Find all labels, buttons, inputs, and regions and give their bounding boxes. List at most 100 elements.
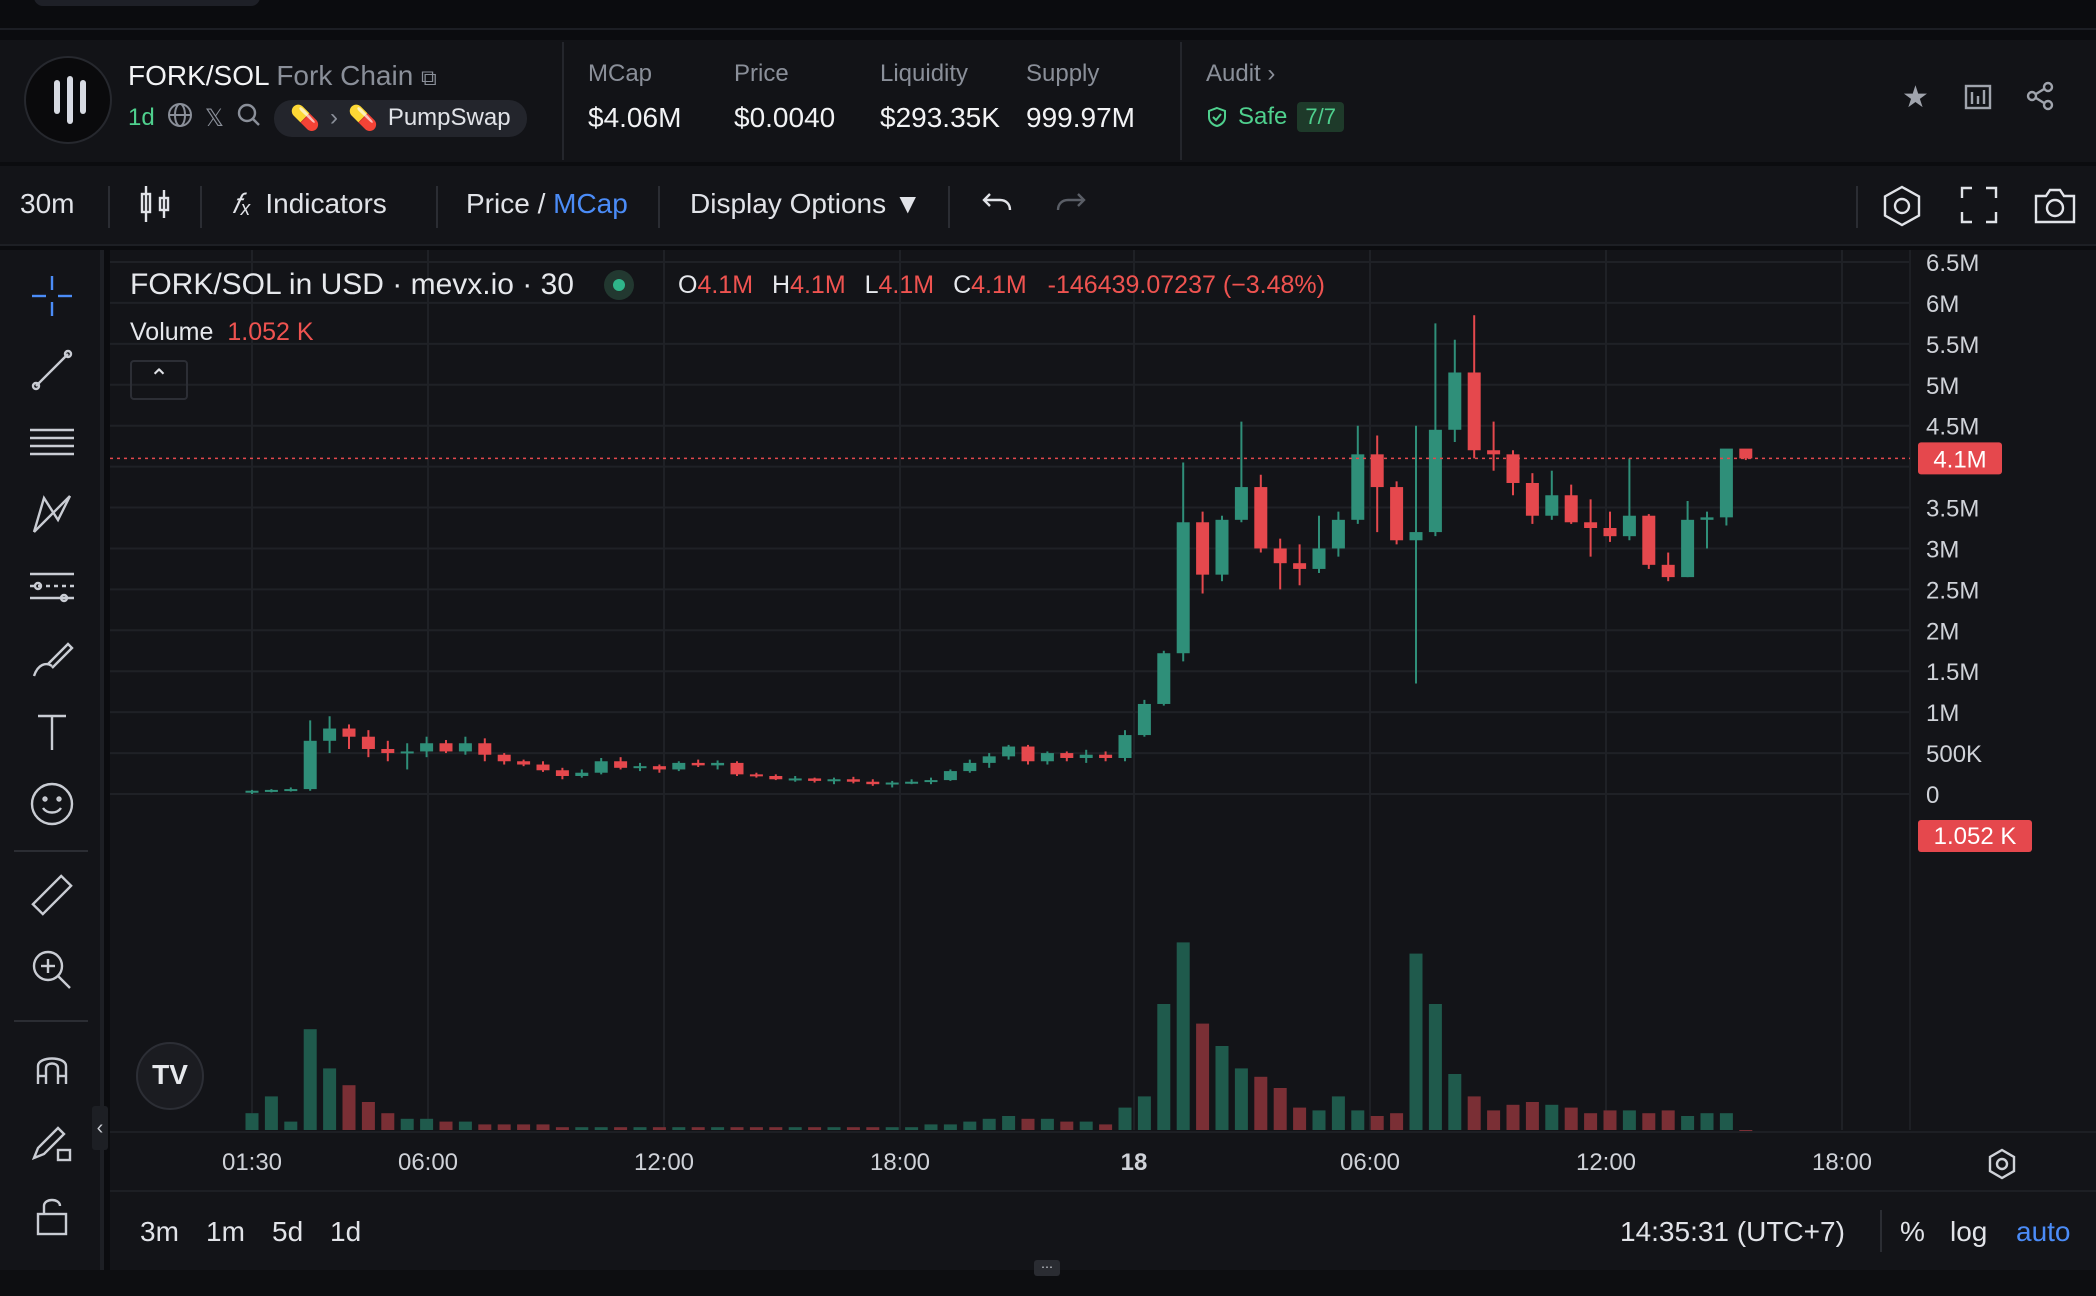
token-logo (24, 56, 112, 144)
candle-body (1331, 519, 1345, 549)
fullscreen-icon[interactable] (1960, 186, 1998, 231)
candle-body (749, 774, 763, 777)
ohlc-values: O4.1M H4.1M L4.1M C4.1M -146439.07237 (−… (678, 270, 1325, 299)
clock-timezone[interactable]: 14:35:31 (UTC+7) (1620, 1216, 1845, 1248)
fib-icon[interactable] (26, 562, 78, 614)
candle-body (400, 751, 414, 754)
globe-icon[interactable] (167, 102, 193, 135)
audit-status: Safe (1238, 103, 1288, 130)
resize-handle-icon[interactable]: ⋯ (1034, 1260, 1060, 1276)
volume-bar (866, 1127, 880, 1130)
candle-body (1390, 487, 1404, 541)
ruler-icon[interactable] (26, 870, 78, 922)
price-option[interactable]: Price (466, 188, 530, 219)
volume-bar (1021, 1118, 1035, 1130)
volume-bar (1545, 1104, 1559, 1130)
undo-icon[interactable] (980, 186, 1014, 227)
volume-legend: Volume 1.052 K (130, 318, 314, 346)
range-1m[interactable]: 1m (206, 1216, 245, 1248)
volume-bar (555, 1127, 569, 1130)
camera-icon[interactable] (2032, 184, 2078, 233)
log-scale-toggle[interactable]: log (1950, 1216, 1987, 1248)
collapse-legend-button[interactable]: ⌃ (130, 360, 188, 400)
volume-bar (1273, 1088, 1287, 1130)
price-mcap-toggle[interactable]: Price / MCap (466, 188, 628, 220)
audit-section[interactable]: Audit › Safe 7/7 (1206, 60, 1344, 132)
time-axis-label: 06:00 (398, 1149, 458, 1176)
candle-body (264, 789, 278, 792)
volume-bar (594, 1127, 608, 1130)
stat-price: Price $0.0040 (734, 60, 836, 133)
magnet-icon[interactable] (26, 1042, 78, 1094)
candle-body (885, 782, 899, 785)
volume-bar (652, 1127, 666, 1130)
candle-body (1118, 735, 1132, 758)
top-tab-pill[interactable] (34, 0, 260, 6)
brush-icon[interactable] (26, 634, 78, 686)
volume-bar (1428, 1004, 1442, 1130)
price-axis-label: 4.5M (1926, 414, 1979, 441)
volume-bar (769, 1127, 783, 1130)
candle-body (1002, 746, 1016, 757)
horizontal-lines-icon[interactable] (26, 416, 78, 468)
price-chart[interactable]: 6.5M 6M 5.5M 5M 4.5M 3.5M 3M 2.5M 2M 1.5M 1M 500K 0 4… (110, 250, 2096, 1196)
interval-button[interactable]: 30m (20, 188, 74, 220)
settings-hex-icon[interactable] (1880, 184, 1924, 235)
volume-bar (381, 1113, 395, 1130)
price-axis-label: 5M (1926, 373, 1959, 400)
candle-body (381, 748, 395, 754)
volume-bar (536, 1124, 550, 1130)
copy-icon[interactable]: ⧉ (421, 65, 437, 91)
divider (200, 186, 202, 228)
volume-bar (1642, 1113, 1656, 1130)
candle-body (1099, 754, 1113, 758)
display-options-dropdown[interactable]: Display Options ▼ (690, 188, 922, 220)
range-5d[interactable]: 5d (272, 1216, 303, 1248)
time-axis-label: 18 (1121, 1149, 1148, 1176)
collapse-toolbar-handle[interactable]: ‹ (92, 1106, 108, 1150)
volume-bar (982, 1118, 996, 1130)
text-icon[interactable] (26, 706, 78, 758)
chart-symbol-title[interactable]: FORK/SOL in USD · mevx.io · 30 (130, 268, 574, 302)
percent-scale-toggle[interactable]: % (1900, 1216, 1925, 1248)
volume-bar (1661, 1110, 1675, 1130)
candle-body (769, 775, 783, 780)
volume-bar (458, 1121, 472, 1130)
volume-bar (1060, 1121, 1074, 1130)
candle-body (245, 790, 259, 793)
trend-line-icon[interactable] (26, 344, 78, 396)
search-icon[interactable] (236, 102, 262, 135)
tradingview-logo[interactable]: TV (136, 1042, 204, 1110)
lock-icon[interactable] (26, 1190, 78, 1242)
candle-type-icon[interactable] (138, 184, 172, 231)
volume-bar (303, 1029, 317, 1130)
indicators-button[interactable]: 𝑓ₓ Indicators (232, 188, 387, 221)
volume-bar (1099, 1124, 1113, 1130)
mcap-option[interactable]: MCap (553, 188, 628, 219)
auto-scale-toggle[interactable]: auto (2016, 1216, 2071, 1248)
candle-body (1700, 517, 1714, 520)
crosshair-icon[interactable] (26, 270, 78, 322)
star-icon[interactable]: ★ (1902, 80, 1929, 115)
redo-icon[interactable] (1054, 186, 1088, 227)
pencil-lock-icon[interactable] (26, 1116, 78, 1168)
volume-bar (1196, 1023, 1210, 1130)
chart-compare-icon[interactable] (1962, 80, 1994, 120)
range-1d[interactable]: 1d (330, 1216, 361, 1248)
price-axis-label: 2.5M (1926, 577, 1979, 604)
pattern-icon[interactable] (26, 488, 78, 540)
share-icon[interactable] (2024, 80, 2056, 120)
candle-body (1525, 482, 1539, 516)
range-3m[interactable]: 3m (140, 1216, 179, 1248)
volume-bar (808, 1127, 822, 1130)
candle-body (943, 771, 957, 781)
x-twitter-icon[interactable]: 𝕏 (205, 104, 224, 133)
candle-body (1584, 522, 1598, 528)
candle-body (1040, 753, 1054, 762)
dex-pill[interactable]: 💊 › 💊 PumpSwap (274, 99, 527, 137)
emoji-icon[interactable] (26, 778, 78, 830)
volume-bar (1040, 1118, 1054, 1130)
zoom-in-icon[interactable] (26, 944, 78, 996)
candle-body (1137, 703, 1151, 736)
candle-body (575, 772, 589, 776)
